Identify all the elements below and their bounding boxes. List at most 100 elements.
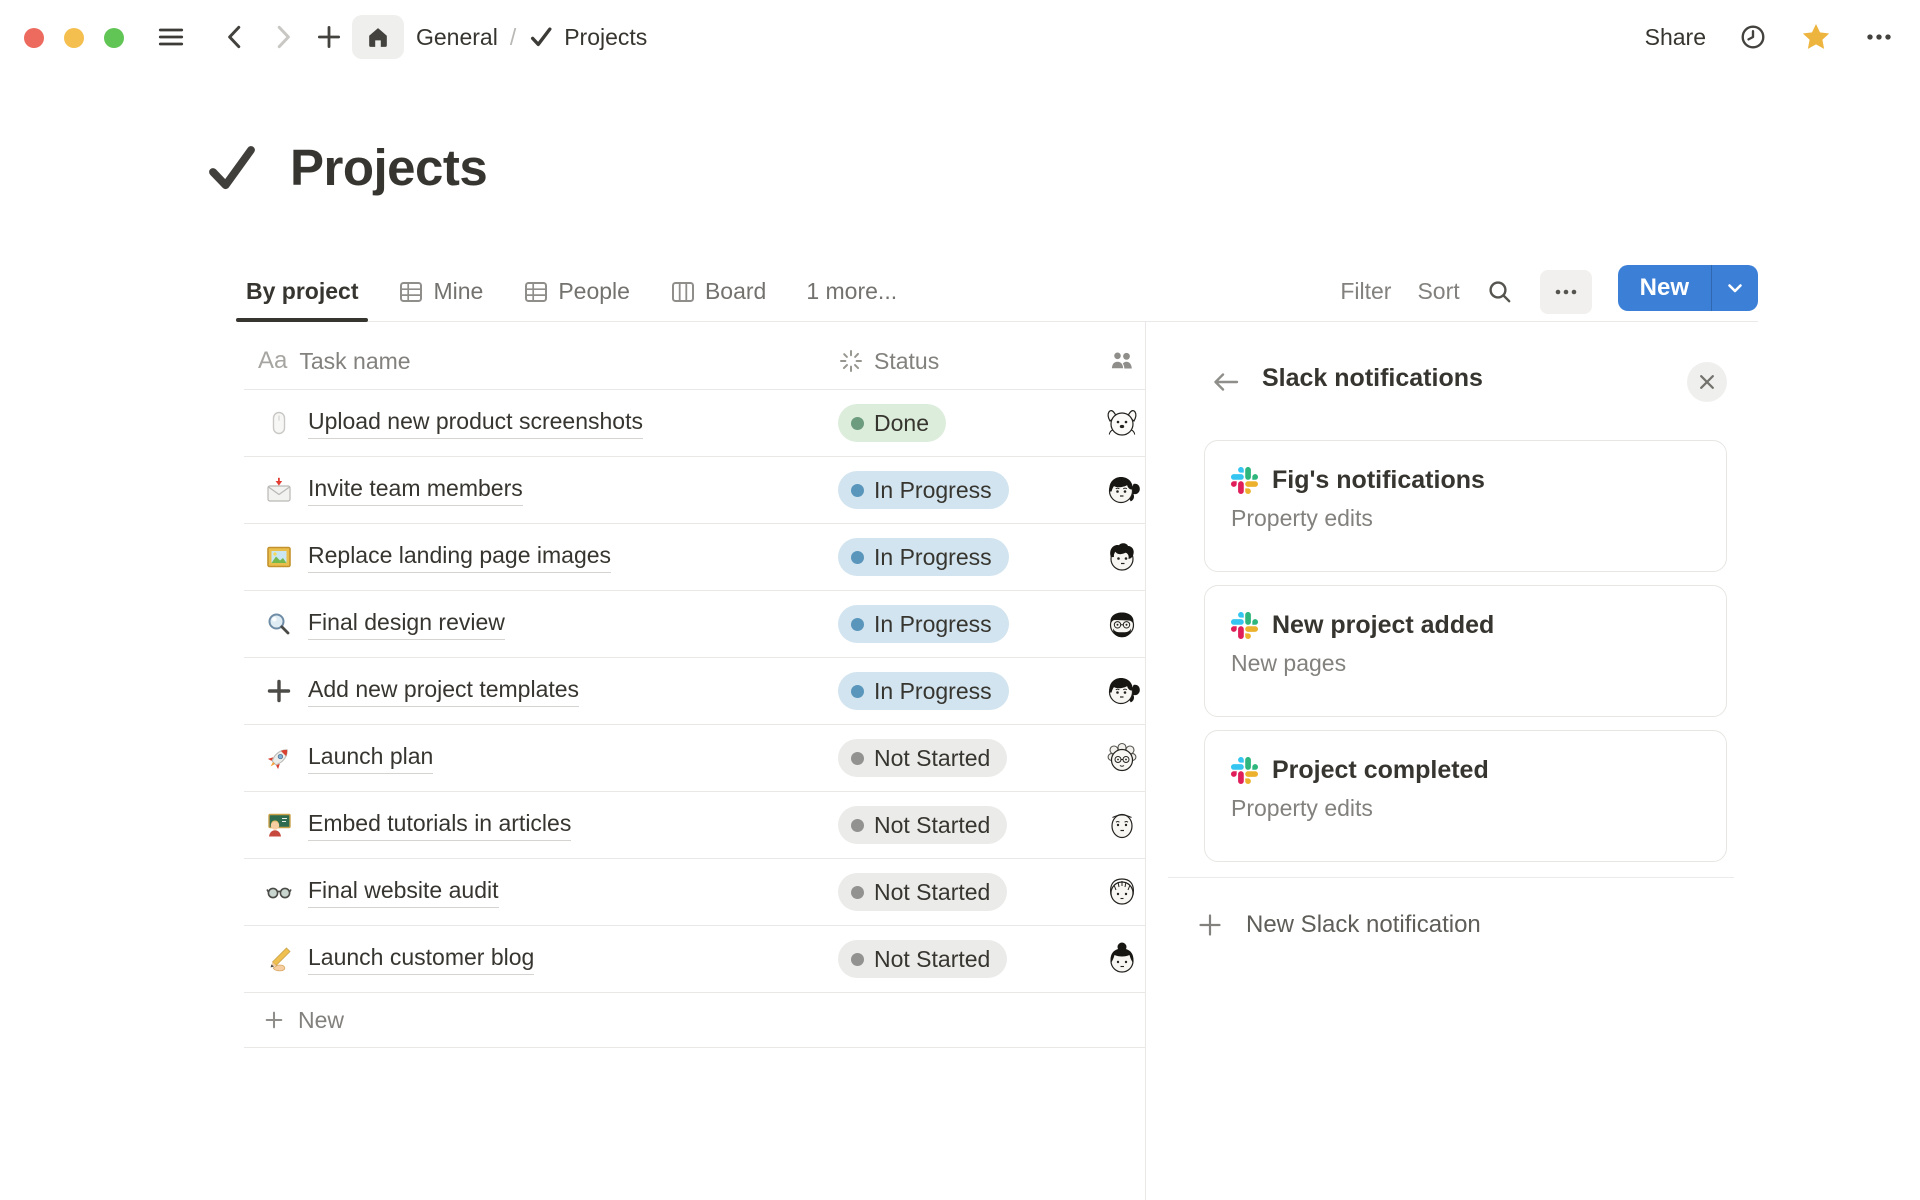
slack-notification-card[interactable]: New project added New pages (1204, 585, 1727, 717)
table-row[interactable]: Embed tutorials in articles Not Started (244, 792, 1145, 859)
task-link[interactable]: Invite team members (308, 475, 523, 506)
avatar[interactable] (1101, 603, 1143, 645)
avatar[interactable] (1101, 670, 1143, 712)
slack-icon (1231, 757, 1258, 784)
column-person[interactable] (1099, 347, 1145, 375)
view-controls: Filter Sort New (1340, 262, 1758, 321)
task-link[interactable]: Final website audit (308, 877, 499, 908)
slack-notification-card[interactable]: Project completed Property edits (1204, 730, 1727, 862)
avatar[interactable] (1101, 737, 1143, 779)
column-status[interactable]: Status (838, 348, 1099, 375)
table-row[interactable]: Final website audit Not Started (244, 859, 1145, 926)
tab-people[interactable]: People (521, 262, 632, 321)
projects-table: Aa Task name Status Upload new product s… (244, 333, 1145, 1048)
plus-icon (266, 678, 292, 704)
tab-more-views[interactable]: 1 more... (804, 262, 899, 321)
status-badge[interactable]: In Progress (838, 672, 1009, 710)
table-row[interactable]: Upload new product screenshots Done (244, 390, 1145, 457)
traffic-light-close[interactable] (24, 28, 44, 48)
breadcrumb-section[interactable]: General (416, 24, 498, 51)
close-icon (1697, 372, 1717, 392)
status-badge[interactable]: In Progress (838, 538, 1009, 576)
status-badge[interactable]: Not Started (838, 873, 1007, 911)
titlebar-actions: Share (1645, 0, 1894, 74)
slack-notification-card[interactable]: Fig's notifications Property edits (1204, 440, 1727, 572)
card-title: Project completed (1272, 756, 1489, 785)
magnifier-icon (266, 611, 292, 637)
forward-button[interactable] (268, 22, 298, 52)
status-badge[interactable]: Not Started (838, 806, 1007, 844)
traffic-light-minimize[interactable] (64, 28, 84, 48)
status-dot (851, 819, 864, 832)
tab-mine[interactable]: Mine (396, 262, 485, 321)
new-tab-button[interactable] (314, 22, 344, 52)
star-icon[interactable] (1800, 21, 1832, 53)
back-button[interactable] (220, 22, 250, 52)
avatar[interactable] (1101, 938, 1143, 980)
notion-window: General / Projects Share Projects By pro… (0, 0, 1920, 1200)
status-badge[interactable]: In Progress (838, 471, 1009, 509)
table-row[interactable]: Final design review In Progress (244, 591, 1145, 658)
task-link[interactable]: Launch customer blog (308, 944, 534, 975)
avatar[interactable] (1101, 402, 1143, 444)
glasses-icon (266, 879, 292, 905)
traffic-light-zoom[interactable] (104, 28, 124, 48)
task-link[interactable]: Final design review (308, 609, 505, 640)
card-title: New project added (1272, 611, 1494, 640)
page-title-text[interactable]: Projects (290, 138, 487, 197)
new-button[interactable]: New (1618, 265, 1711, 311)
home-button[interactable] (352, 15, 404, 59)
table-row[interactable]: Launch plan Not Started (244, 725, 1145, 792)
status-dot (851, 752, 864, 765)
status-badge[interactable]: In Progress (838, 605, 1009, 643)
tab-board[interactable]: Board (668, 262, 768, 321)
status-badge[interactable]: Done (838, 404, 946, 442)
table-row[interactable]: Add new project templates In Progress (244, 658, 1145, 725)
hamburger-icon[interactable] (156, 22, 186, 52)
task-link[interactable]: Upload new product screenshots (308, 408, 643, 439)
status-dot (851, 484, 864, 497)
task-link[interactable]: Embed tutorials in articles (308, 810, 571, 841)
writing-hand-icon (266, 946, 292, 972)
status-badge[interactable]: Not Started (838, 940, 1007, 978)
avatar[interactable] (1101, 536, 1143, 578)
breadcrumb-separator: / (508, 24, 518, 51)
sort-button[interactable]: Sort (1417, 278, 1459, 305)
filter-button[interactable]: Filter (1340, 278, 1391, 305)
panel-close-button[interactable] (1687, 362, 1727, 402)
task-link[interactable]: Replace landing page images (308, 542, 611, 573)
new-row-button[interactable]: New (244, 993, 1145, 1048)
column-task-name[interactable]: Aa Task name (244, 347, 838, 375)
task-link[interactable]: Launch plan (308, 743, 433, 774)
card-title: Fig's notifications (1272, 466, 1485, 495)
table-row[interactable]: Invite team members In Progress (244, 457, 1145, 524)
tab-by-project[interactable]: By project (244, 262, 360, 321)
clock-icon[interactable] (1738, 22, 1768, 52)
search-icon[interactable] (1486, 278, 1514, 306)
task-link[interactable]: Add new project templates (308, 676, 579, 707)
text-type-icon: Aa (258, 347, 287, 375)
avatar[interactable] (1101, 871, 1143, 913)
card-subtitle: New pages (1231, 650, 1700, 677)
table-row[interactable]: Launch customer blog Not Started (244, 926, 1145, 993)
status-dot (851, 685, 864, 698)
share-button[interactable]: Share (1645, 24, 1706, 51)
new-button-group: New (1618, 265, 1758, 311)
status-dot (851, 618, 864, 631)
check-icon (528, 24, 554, 50)
page-check-icon[interactable] (204, 140, 260, 196)
ellipsis-icon[interactable] (1864, 22, 1894, 52)
rocket-icon (266, 745, 292, 771)
new-slack-notification-button[interactable]: New Slack notification (1196, 897, 1481, 953)
view-options-button[interactable] (1540, 270, 1592, 314)
avatar[interactable] (1101, 469, 1143, 511)
table-row[interactable]: Replace landing page images In Progress (244, 524, 1145, 591)
window-titlebar: General / Projects Share (0, 0, 1920, 74)
status-badge[interactable]: Not Started (838, 739, 1007, 777)
status-dot (851, 953, 864, 966)
slack-icon (1231, 612, 1258, 639)
avatar[interactable] (1101, 804, 1143, 846)
breadcrumb-page[interactable]: Projects (564, 24, 647, 51)
new-button-dropdown[interactable] (1711, 265, 1758, 311)
panel-back-button[interactable] (1210, 366, 1242, 398)
